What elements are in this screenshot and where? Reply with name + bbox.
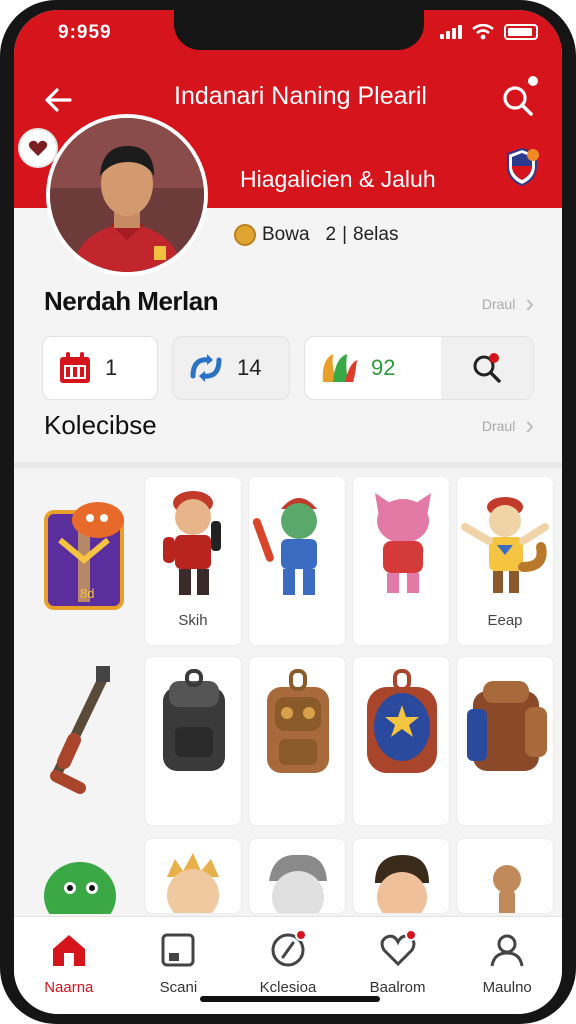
collection-more-link[interactable]: Draul › [482,410,534,441]
profile-avatar[interactable] [46,114,208,276]
section-divider [14,462,562,468]
tab-label: Baalrom [369,979,426,996]
status-time: 9:959 [58,22,112,43]
arrow-left-icon [45,88,72,112]
chevron-right-icon: › [525,410,534,440]
coin-icon [234,224,256,246]
wooden-figure-icon [493,865,521,913]
back-button[interactable] [38,80,78,120]
collection-item-jersey-shirt[interactable]: 8d [34,476,132,646]
notch [174,10,424,50]
leaf-icon [322,354,357,382]
wifi-icon [472,24,494,40]
collection-item-pink-cat[interactable] [352,476,450,646]
tab-label: Maulno [482,979,532,996]
pink-cat-figure-icon [375,493,431,593]
stats-separator: | [342,224,348,245]
collection-item-brown-backpack[interactable] [248,656,346,826]
rifle-icon [50,666,110,794]
collection-item-green-blob[interactable] [34,838,132,914]
notification-dot [404,929,417,941]
avatar [50,118,204,272]
tab-profile[interactable]: Maulno [452,917,562,1014]
quick-stat-value: 92 [371,355,396,380]
chevron-right-icon: › [525,288,534,318]
tab-home[interactable]: Naarna [14,917,124,1014]
quick-stat-value: 1 [105,355,118,380]
jersey-number-text: 8d [80,586,94,601]
profile-name: Nerdah Merlan [44,286,219,316]
collection-item-rifle[interactable] [34,656,132,826]
search-button[interactable] [496,76,540,120]
collection-item-wooden-figure[interactable] [456,838,554,914]
grey-hair-head-icon [269,854,327,913]
tab-label: Scani [159,979,198,996]
notification-dot [528,76,538,86]
quick-stat-trades[interactable]: 14 [172,336,290,400]
signal-icon [440,25,462,39]
collection-item-black-backpack[interactable] [144,656,242,826]
tab-label: Naarna [44,979,94,996]
team-subtitle: Hiagalicien & Jaluh [240,166,436,192]
collection-item-rolled-backpack[interactable] [456,656,554,826]
battery-icon [504,24,538,40]
quick-stats-row: 1 14 92 [42,336,534,400]
item-label: Skih [178,612,208,629]
app-screen: 9:959 Indanari Naning Plearil Hiagalicie… [14,10,562,1014]
home-indicator [200,996,380,1002]
calendar-icon [60,352,90,383]
brown-hair-head-icon [375,855,429,913]
blue-backpack-icon [367,669,437,773]
green-blob-icon [44,862,116,914]
collection-item-grey-hair[interactable] [248,838,346,914]
goblin-figure-icon [252,498,317,595]
search-icon [473,353,501,383]
quick-stat-points[interactable]: 92 [304,336,534,400]
collection-item-soldier[interactable]: Skih [144,476,242,646]
home-icon [52,935,85,966]
fox-figure-icon [461,497,549,593]
avatar-edit-badge[interactable] [18,128,58,168]
collection-item-spiky-hair[interactable] [144,838,242,914]
refresh-icon [190,354,222,382]
more-label: Draul [481,417,516,434]
item-label: Eeap [487,612,523,629]
quick-stat-value: 14 [237,355,262,380]
tab-label: Kclesioa [259,979,317,996]
rolled-backpack-icon [467,681,547,771]
currency-count: 2 [325,224,337,245]
collection-item-goblin[interactable] [248,476,346,646]
jersey-shirt-icon: 8d [44,502,124,610]
black-backpack-icon [163,669,225,771]
stats-suffix: 8elas [353,224,399,245]
brown-backpack-icon [267,669,329,773]
team-shield-icon[interactable] [504,146,540,188]
heart-icon [28,140,48,156]
page-title: Indanari Naning Plearil [174,82,427,110]
player-portrait [50,118,204,272]
status-icons [440,24,538,40]
currency-label: Bowa [262,224,310,245]
collection-item-brown-hair[interactable] [352,838,450,914]
phone-frame: 9:959 Indanari Naning Plearil Hiagalicie… [0,0,576,1024]
soldier-figure-icon [163,491,221,595]
more-label: Draul [481,295,516,312]
profile-more-link[interactable]: Draul › [482,288,534,319]
spiky-hair-head-icon [167,853,219,913]
collection-item-blue-backpack[interactable] [352,656,450,826]
user-icon [490,934,524,967]
collection-title: Kolecibse [44,410,157,440]
quick-search-button[interactable] [441,337,533,399]
card-icon [161,933,195,967]
collection-item-fox[interactable]: Eeap [456,476,554,646]
currency-stats: Bowa 2 | 8elas [234,224,398,246]
quick-stat-matches[interactable]: 1 [42,336,158,400]
